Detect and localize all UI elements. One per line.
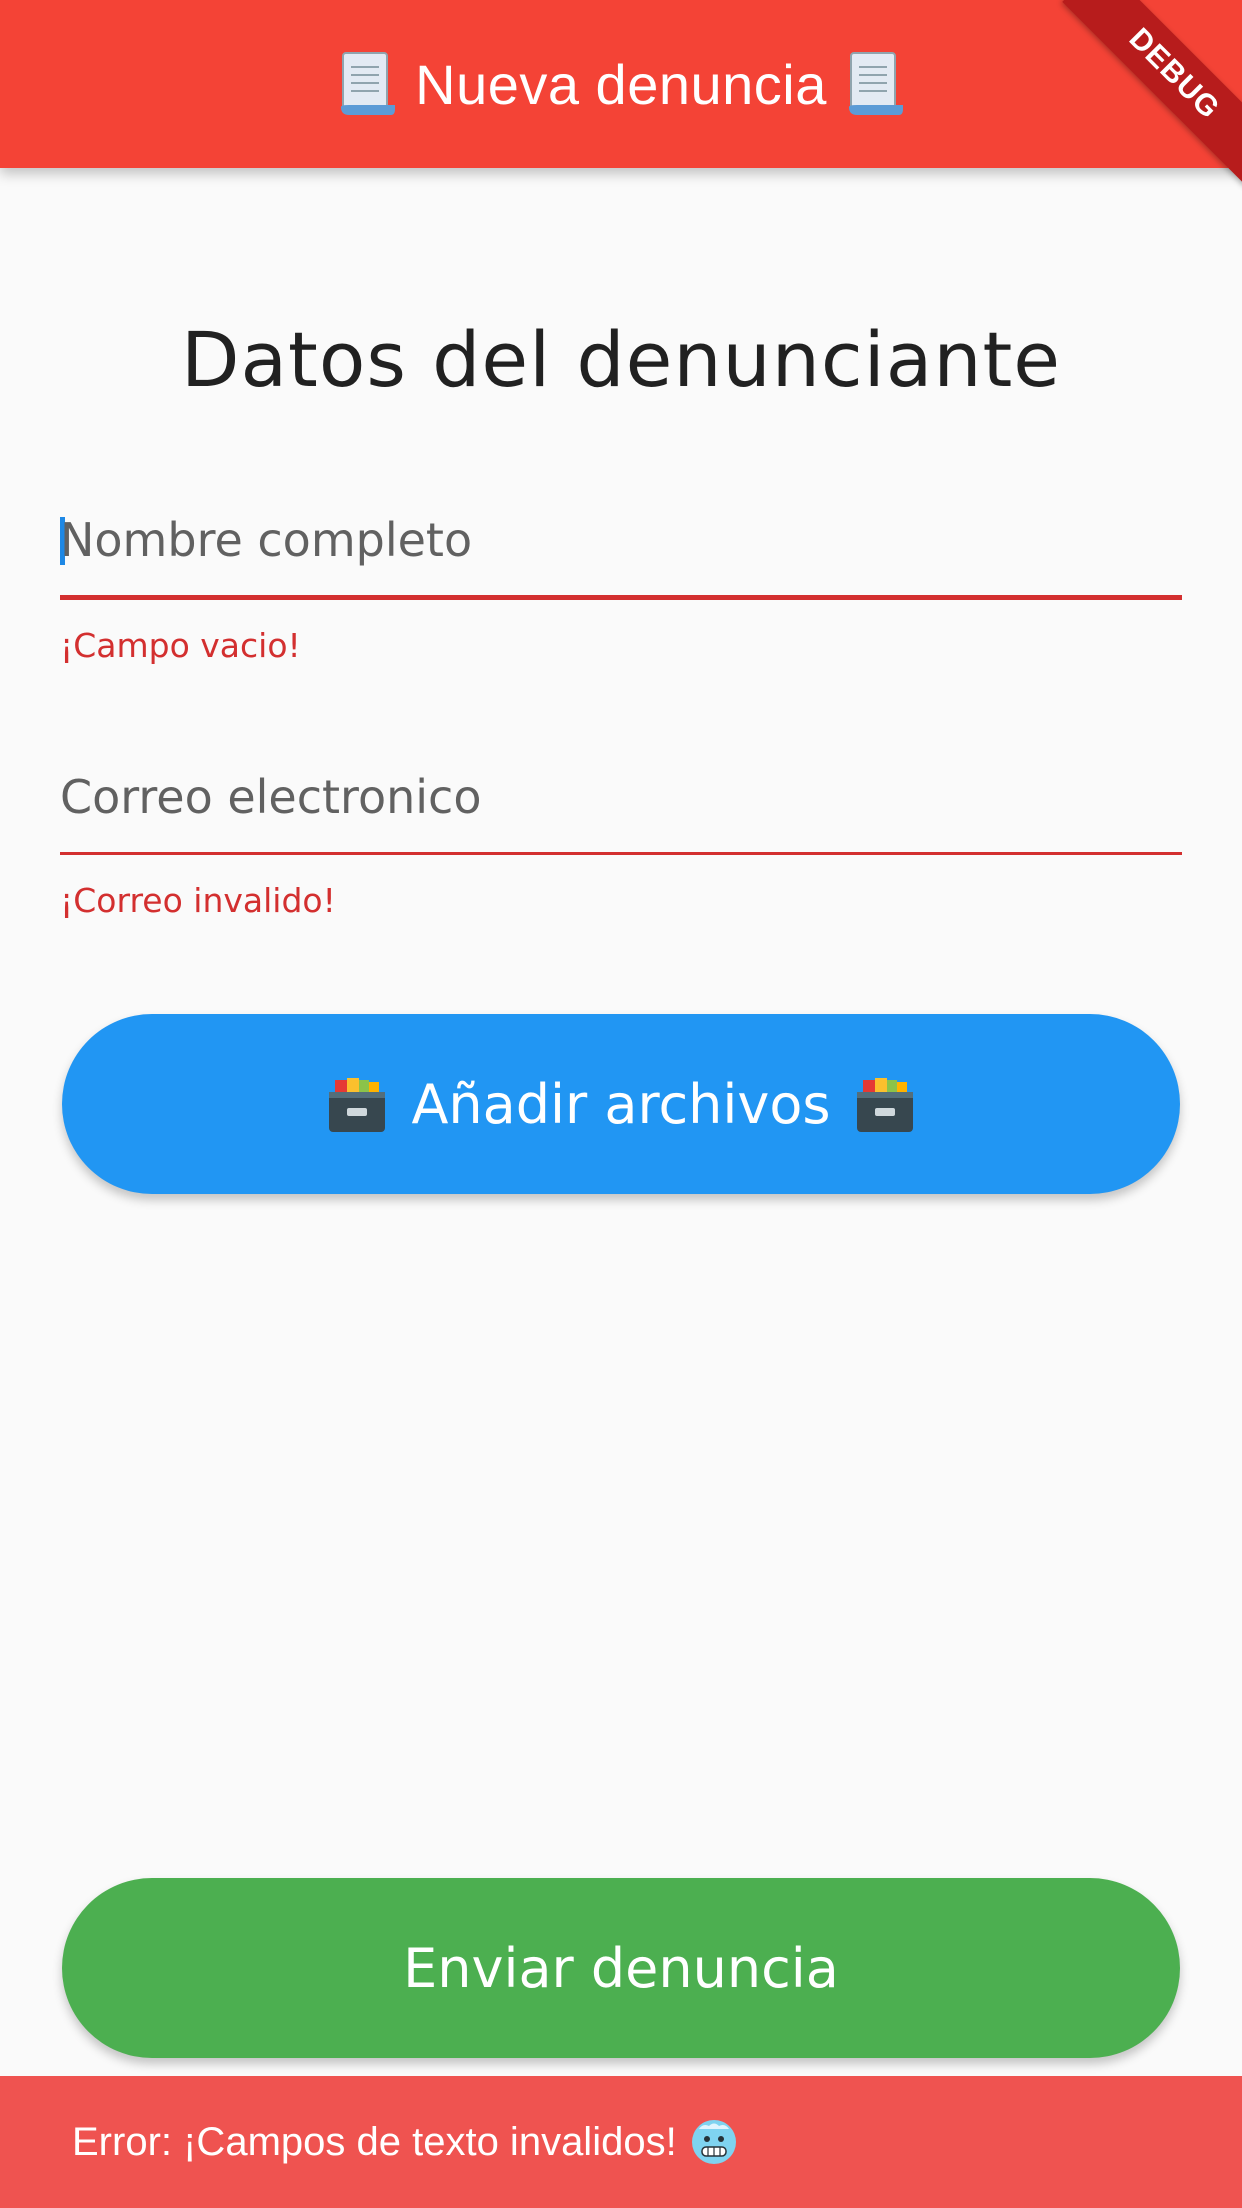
screen: Nueva denuncia DEBUG Datos del denuncian… bbox=[0, 0, 1242, 2208]
scroll-icon bbox=[848, 52, 903, 115]
debug-label: DEBUG bbox=[1062, 0, 1242, 186]
submit-complaint-button[interactable]: Enviar denuncia bbox=[62, 1878, 1180, 2058]
email-input[interactable] bbox=[60, 742, 1182, 852]
add-files-label: Añadir archivos bbox=[411, 1072, 831, 1136]
email-field: ¡Correo invalido! bbox=[60, 742, 1182, 920]
submit-complaint-label: Enviar denuncia bbox=[403, 1936, 839, 2000]
scroll-icon bbox=[341, 52, 396, 115]
app-bar-title: Nueva denuncia bbox=[415, 52, 827, 116]
name-field: ¡Campo vacio! bbox=[60, 485, 1182, 665]
name-field-underline bbox=[60, 595, 1182, 600]
cold-face-icon bbox=[691, 2120, 736, 2164]
file-cabinet-icon bbox=[329, 1078, 386, 1132]
email-field-underline bbox=[60, 852, 1182, 855]
name-input[interactable] bbox=[60, 485, 1182, 595]
email-field-error: ¡Correo invalido! bbox=[60, 881, 336, 920]
app-bar-title-group: Nueva denuncia bbox=[337, 49, 905, 119]
file-cabinet-icon bbox=[856, 1078, 913, 1132]
debug-banner: DEBUG bbox=[1042, 0, 1242, 200]
add-files-button[interactable]: Añadir archivos bbox=[62, 1014, 1180, 1194]
name-field-error: ¡Campo vacio! bbox=[60, 626, 301, 665]
snackbar-message: Error: ¡Campos de texto invalidos! bbox=[72, 2119, 677, 2164]
name-field-wrapper bbox=[60, 485, 1182, 595]
form-heading: Datos del denunciante bbox=[180, 315, 1062, 404]
error-snackbar: Error: ¡Campos de texto invalidos! bbox=[0, 2076, 1242, 2208]
